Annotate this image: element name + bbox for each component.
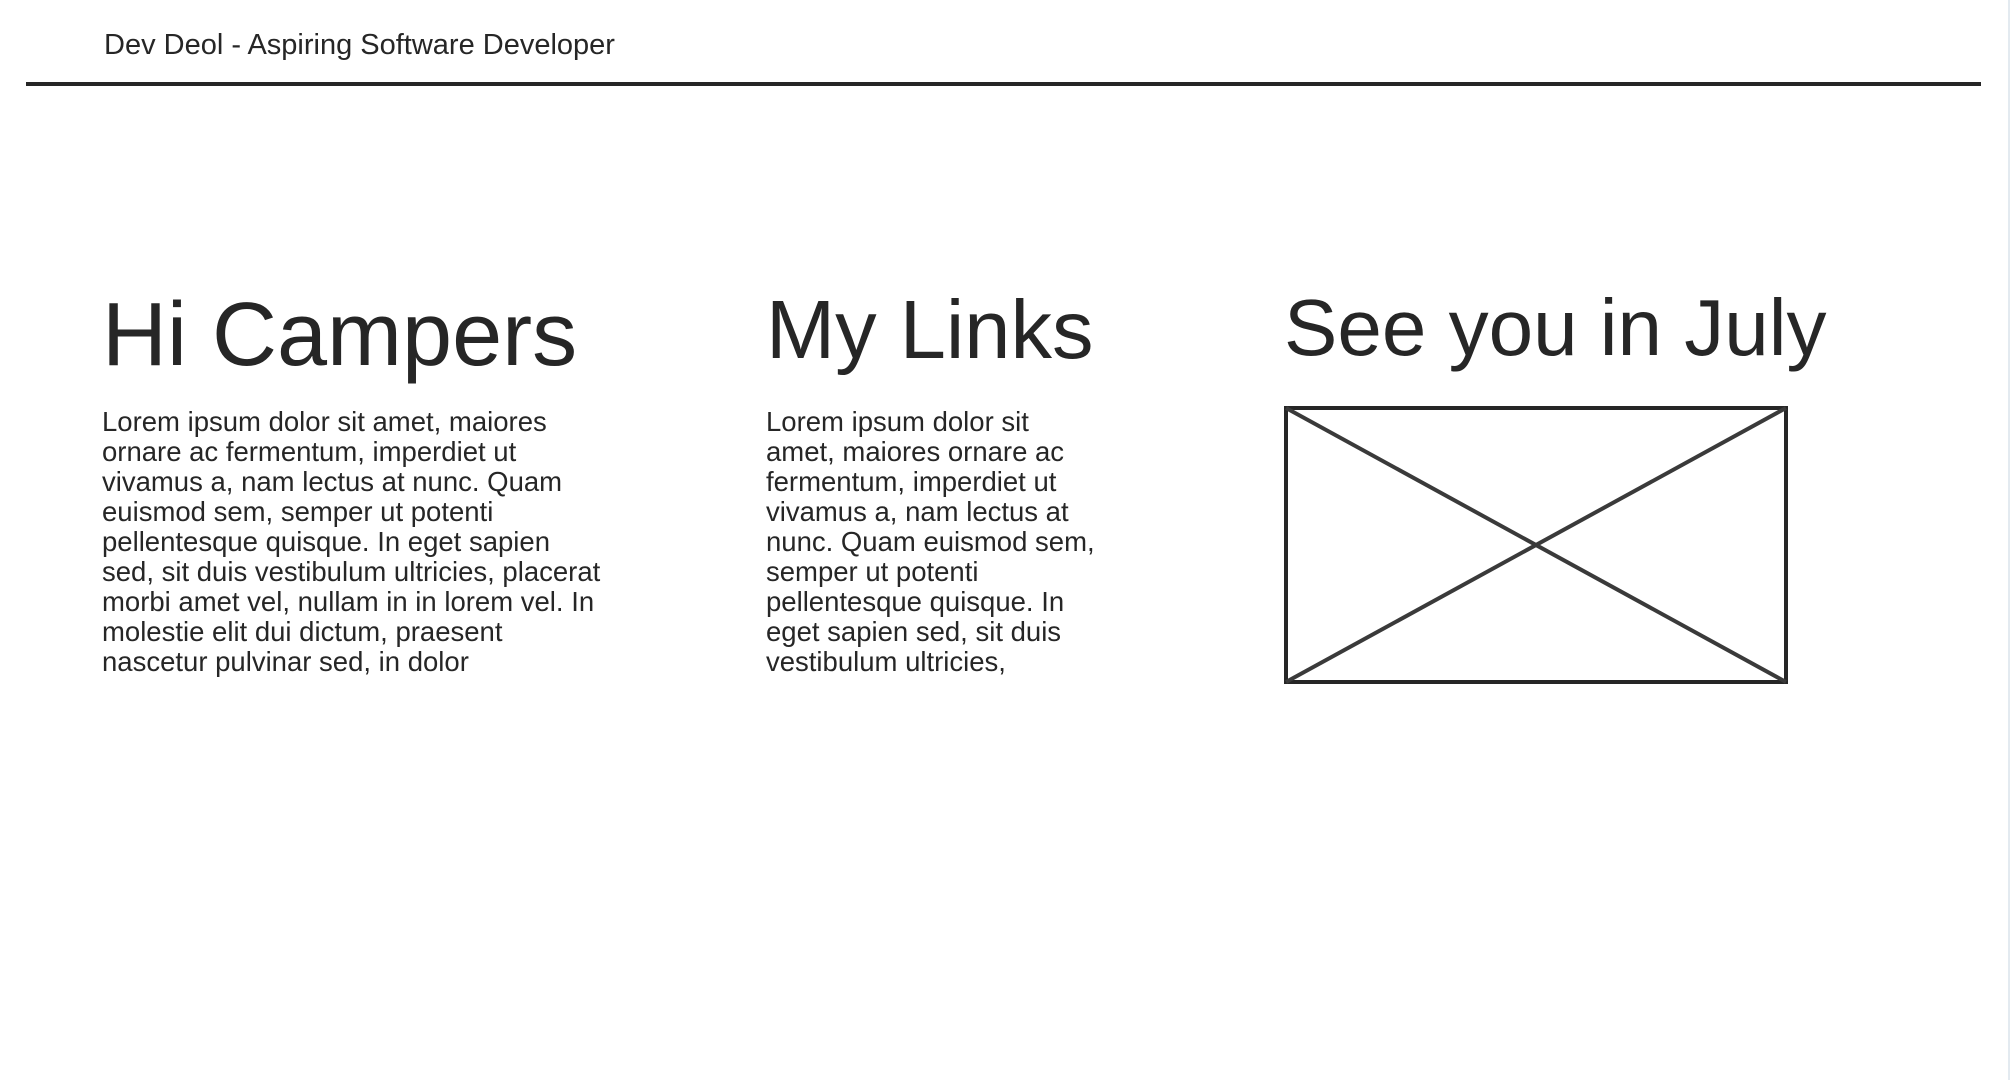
image-placeholder-icon — [1284, 406, 1788, 684]
site-header: Dev Deol - Aspiring Software Developer — [26, 0, 1981, 86]
campers-text: Lorem ipsum dolor sit amet, maiores orna… — [102, 407, 601, 677]
campers-section: Hi Campers Lorem ipsum dolor sit amet, m… — [102, 280, 604, 677]
links-section: My Links Lorem ipsum dolor sit amet, mai… — [766, 280, 1096, 677]
page: Dev Deol - Aspiring Software Developer H… — [0, 0, 2010, 1080]
campers-heading: Hi Campers — [102, 285, 578, 385]
july-heading: See you in July — [1284, 283, 1827, 372]
july-section: See you in July — [1284, 280, 1827, 375]
site-title: Dev Deol - Aspiring Software Developer — [104, 29, 615, 61]
image-placeholder — [1284, 406, 1788, 684]
links-text: Lorem ipsum dolor sit amet, maiores orna… — [766, 407, 1095, 677]
links-heading: My Links — [766, 283, 1094, 376]
